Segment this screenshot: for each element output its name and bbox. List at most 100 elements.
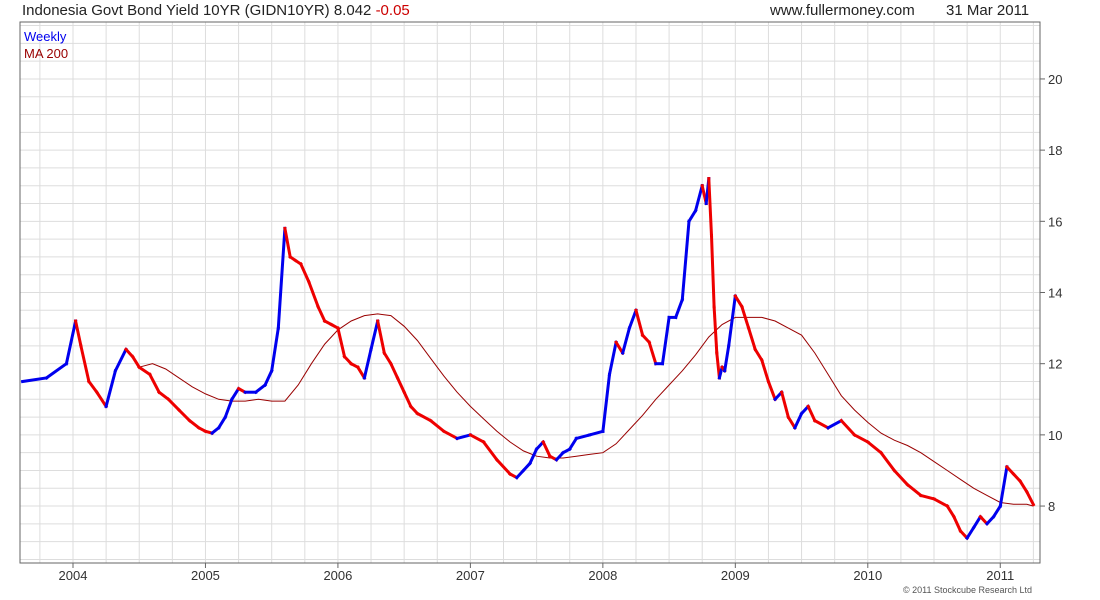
- weekly-point: [713, 306, 715, 308]
- weekly-point: [609, 374, 611, 376]
- weekly-point: [344, 356, 346, 358]
- weekly-point: [801, 413, 803, 415]
- weekly-segment: [865, 439, 884, 455]
- weekly-segment: [468, 432, 486, 445]
- weekly-segment: [86, 379, 99, 395]
- weekly-point: [947, 505, 949, 507]
- price-chart: 8 10 12 14 16 18 20 2004 2005 2006 2007 2008 2009 201…: [19, 21, 1062, 583]
- weekly-point: [295, 260, 297, 262]
- weekly-point: [973, 527, 975, 529]
- weekly-point: [384, 352, 386, 354]
- weekly-segment: [113, 347, 129, 373]
- weekly-segment: [306, 279, 321, 309]
- weekly-segment: [216, 415, 228, 430]
- weekly-point: [509, 473, 511, 475]
- weekly-segment: [156, 390, 171, 402]
- weekly-point: [377, 320, 379, 322]
- weekly-segment: [839, 418, 857, 438]
- weekly-point: [688, 221, 690, 223]
- weekly-point: [46, 377, 48, 379]
- weekly-point: [496, 459, 498, 461]
- weekly-segment: [20, 376, 49, 384]
- x-tick-label: 2004: [59, 568, 88, 583]
- weekly-segment: [229, 386, 241, 402]
- weekly-segment: [187, 418, 201, 430]
- weekly-point: [711, 235, 713, 237]
- weekly-point: [390, 363, 392, 365]
- weekly-point: [105, 406, 107, 408]
- y-tick-label: 14: [1048, 286, 1062, 301]
- weekly-segment: [375, 319, 387, 355]
- weekly-point: [629, 327, 631, 329]
- weekly-segment: [918, 493, 936, 501]
- weekly-segment: [852, 432, 870, 445]
- y-tick-label: 12: [1048, 357, 1062, 372]
- weekly-point: [364, 377, 366, 379]
- weekly-segment: [792, 411, 804, 430]
- weekly-point: [655, 363, 657, 365]
- weekly-segment: [786, 415, 797, 430]
- weekly-point: [284, 228, 286, 230]
- weekly-point: [231, 399, 233, 401]
- weekly-point: [724, 370, 726, 372]
- weekly-segment: [753, 347, 764, 363]
- weekly-segment: [991, 504, 1003, 519]
- weekly-point: [642, 334, 644, 336]
- weekly-point: [576, 438, 578, 440]
- weekly-point: [675, 317, 677, 319]
- weekly-point: [324, 320, 326, 322]
- weekly-point: [456, 438, 458, 440]
- weekly-point: [569, 448, 571, 450]
- weekly-point: [933, 498, 935, 500]
- weekly-point: [761, 359, 763, 361]
- weekly-segment: [276, 226, 287, 330]
- weekly-segment: [931, 496, 950, 509]
- weekly-point: [370, 349, 372, 351]
- weekly-point: [523, 470, 525, 472]
- weekly-point: [807, 406, 809, 408]
- weekly-segment: [673, 297, 685, 320]
- weekly-point: [754, 349, 756, 351]
- weekly-point: [602, 431, 604, 433]
- weekly-point: [357, 366, 359, 368]
- weekly-point: [149, 374, 151, 376]
- weekly-point: [264, 384, 266, 386]
- weekly-segment: [766, 379, 778, 402]
- weekly-segment: [176, 407, 192, 423]
- weekly-segment: [587, 429, 605, 437]
- weekly-segment: [1018, 479, 1029, 494]
- weekly-segment: [541, 440, 552, 459]
- weekly-point: [562, 452, 564, 454]
- legend-ma-200: MA 200: [24, 46, 68, 61]
- weekly-segment: [395, 375, 407, 395]
- weekly-point: [278, 327, 280, 329]
- weekly-segment: [64, 319, 78, 366]
- x-tick-label: 2006: [323, 568, 352, 583]
- y-tick-label: 16: [1048, 214, 1062, 229]
- weekly-point: [867, 441, 869, 443]
- weekly-point: [350, 363, 352, 365]
- weekly-point: [403, 391, 405, 393]
- weekly-point: [920, 495, 922, 497]
- weekly-segment: [709, 234, 716, 309]
- weekly-point: [529, 463, 531, 465]
- weekly-segment: [263, 368, 274, 387]
- weekly-point: [741, 306, 743, 308]
- weekly-point: [841, 420, 843, 422]
- weekly-point: [410, 406, 412, 408]
- weekly-point: [986, 523, 988, 525]
- weekly-point: [716, 352, 718, 354]
- weekly-point: [854, 434, 856, 436]
- x-tick-label: 2007: [456, 568, 485, 583]
- weekly-segment: [283, 226, 292, 259]
- weekly-segment: [316, 304, 327, 323]
- weekly-point: [701, 185, 703, 187]
- legend-weekly: Weekly: [24, 29, 67, 44]
- weekly-point: [1000, 505, 1002, 507]
- weekly-point: [96, 391, 98, 393]
- weekly-point: [556, 459, 558, 461]
- weekly-point: [781, 391, 783, 393]
- weekly-point: [255, 391, 257, 393]
- weekly-segment: [905, 482, 923, 498]
- weekly-segment: [223, 397, 234, 420]
